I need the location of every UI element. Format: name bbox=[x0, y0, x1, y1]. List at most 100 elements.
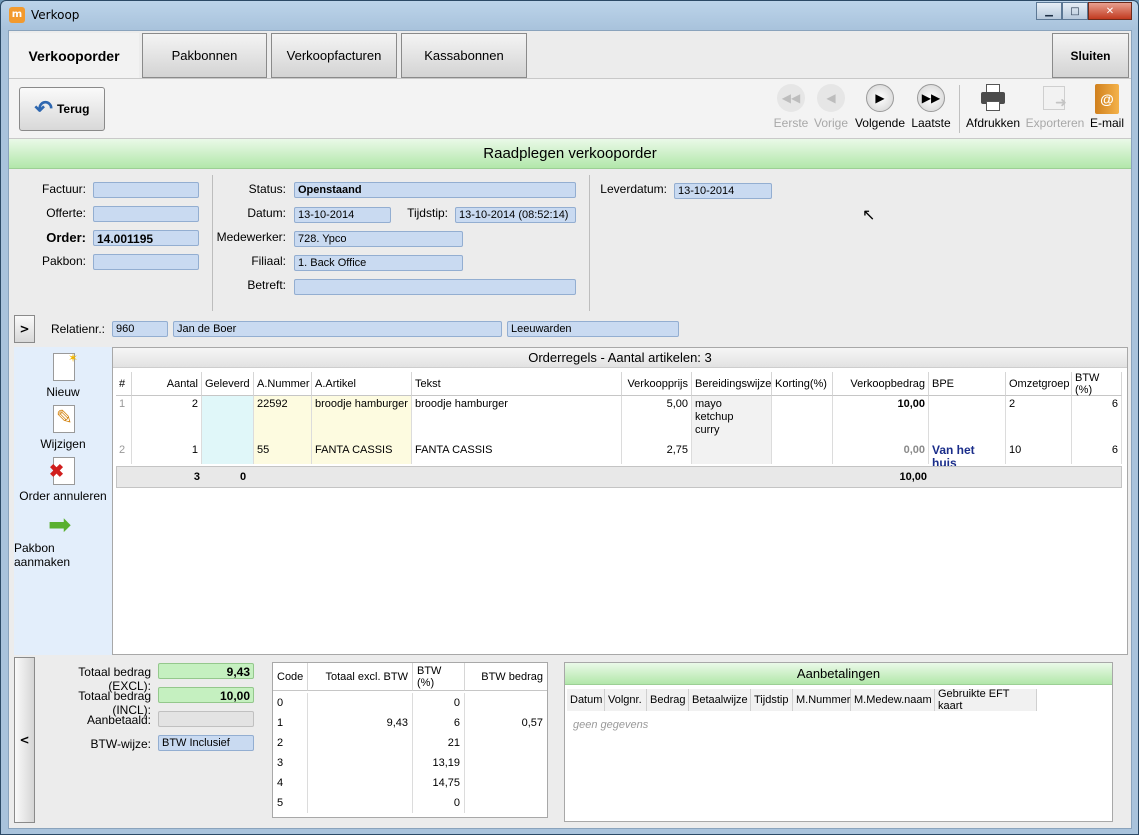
column-header[interactable]: Datum bbox=[567, 689, 605, 711]
next-icon: ▶ bbox=[866, 84, 894, 112]
cell-bereiding[interactable]: mayo ketchup curry bbox=[692, 396, 772, 464]
cell-omzetgroep[interactable]: 10 bbox=[1006, 442, 1072, 464]
cancel-order-button[interactable]: ✖ Order annuleren bbox=[14, 455, 112, 503]
totals-row: 3 0 10,00 bbox=[116, 466, 1122, 488]
column-header[interactable]: Betaalwijze bbox=[689, 689, 751, 711]
edit-button[interactable]: ✎ Wijzigen bbox=[14, 403, 112, 451]
cell-tekst[interactable]: broodje hamburger bbox=[412, 396, 622, 442]
cell-btw[interactable]: 6 bbox=[1072, 396, 1122, 442]
tijdstip-label: Tijdstip: bbox=[407, 206, 448, 220]
order-field[interactable]: 14.001195 bbox=[93, 230, 199, 246]
maximize-button[interactable]: □ bbox=[1062, 2, 1088, 20]
minimize-button[interactable]: ▁ bbox=[1036, 2, 1062, 20]
tijdstip-field[interactable]: 13-10-2014 (08:52:14) bbox=[455, 207, 576, 223]
factuur-field[interactable] bbox=[93, 182, 199, 198]
column-header[interactable]: Geleverd bbox=[202, 372, 254, 396]
cell-aantal[interactable]: 2 bbox=[132, 396, 202, 442]
column-header[interactable]: A.Nummer bbox=[254, 372, 312, 396]
medewerker-field[interactable]: 728. Ypco bbox=[294, 231, 463, 247]
pakbon-field[interactable] bbox=[93, 254, 199, 270]
first-button[interactable]: ◀◀ Eerste bbox=[771, 84, 811, 136]
datum-field[interactable]: 13-10-2014 bbox=[294, 207, 391, 223]
btw-excl bbox=[308, 773, 413, 793]
column-header[interactable]: M.Medew.naam bbox=[851, 689, 935, 711]
new-button[interactable]: ✶ Nieuw bbox=[14, 351, 112, 399]
column-header[interactable]: Verkoopprijs bbox=[622, 372, 692, 396]
printer-icon bbox=[980, 84, 1006, 112]
column-header[interactable]: Code bbox=[273, 663, 308, 691]
column-header[interactable]: # bbox=[116, 372, 132, 396]
cell-prijs[interactable]: 5,00 bbox=[622, 396, 692, 442]
aanbetaald-field[interactable] bbox=[158, 711, 254, 727]
cell-prijs[interactable]: 2,75 bbox=[622, 442, 692, 464]
btw-bedrag bbox=[465, 793, 547, 813]
cell-korting[interactable] bbox=[772, 396, 833, 442]
close-window-button[interactable]: ✕ bbox=[1088, 2, 1132, 20]
cell-anummer[interactable]: 55 bbox=[254, 442, 312, 464]
last-button[interactable]: ▶▶ Laatste bbox=[909, 84, 953, 136]
window-title: Verkoop bbox=[31, 8, 80, 22]
cell-bedrag[interactable]: 0,00 bbox=[833, 442, 929, 464]
offerte-field[interactable] bbox=[93, 206, 199, 222]
export-button[interactable]: ➜ Exporteren bbox=[1024, 84, 1086, 136]
column-header[interactable]: BTW (%) bbox=[413, 663, 465, 691]
cell-omzetgroep[interactable]: 2 bbox=[1006, 396, 1072, 442]
column-header[interactable]: Verkoopbedrag bbox=[833, 372, 929, 396]
column-header[interactable]: BTW (%) bbox=[1072, 372, 1122, 396]
totaal-excl-field[interactable]: 9,43 bbox=[158, 663, 254, 679]
btw-pct: 0 bbox=[413, 793, 465, 813]
cell-bpe[interactable] bbox=[929, 396, 1006, 442]
column-header[interactable]: Volgnr. bbox=[605, 689, 647, 711]
cell-korting[interactable] bbox=[772, 442, 833, 464]
column-header[interactable]: Tijdstip bbox=[751, 689, 793, 711]
expand-button[interactable]: > bbox=[14, 315, 35, 343]
column-header[interactable]: BPE bbox=[929, 372, 1006, 396]
cell-artikel[interactable]: broodje hamburger bbox=[312, 396, 412, 442]
btw-wijze-field[interactable]: BTW Inclusief bbox=[158, 735, 254, 751]
column-header[interactable]: Totaal excl. BTW bbox=[308, 663, 413, 691]
cell-aantal[interactable]: 1 bbox=[132, 442, 202, 464]
cell-geleverd[interactable] bbox=[202, 396, 254, 464]
column-header[interactable]: Tekst bbox=[412, 372, 622, 396]
action-sidebar: ✶ Nieuw ✎ Wijzigen ✖ Order annuleren ➡ P… bbox=[14, 347, 112, 655]
totaal-incl-field[interactable]: 10,00 bbox=[158, 687, 254, 703]
betreft-field[interactable] bbox=[294, 279, 576, 295]
leverdatum-field[interactable]: 13-10-2014 bbox=[674, 183, 772, 199]
cell-anummer[interactable]: 22592 bbox=[254, 396, 312, 442]
email-button[interactable]: @ E-mail bbox=[1089, 84, 1125, 136]
column-header[interactable]: Gebruikte EFT kaart bbox=[935, 688, 1037, 712]
btw-bedrag bbox=[465, 693, 547, 713]
next-button[interactable]: ▶ Volgende bbox=[852, 84, 908, 136]
tab-verkooporder[interactable]: Verkooporder bbox=[9, 33, 139, 78]
tab-verkoopfacturen[interactable]: Verkoopfacturen bbox=[271, 33, 397, 78]
column-header[interactable]: A.Artikel bbox=[312, 372, 412, 396]
column-header[interactable]: Korting(%) bbox=[772, 372, 833, 396]
cell-btw[interactable]: 6 bbox=[1072, 442, 1122, 464]
tab-kassabonnen[interactable]: Kassabonnen bbox=[401, 33, 527, 78]
cell-bpe[interactable]: Van het huis bbox=[929, 442, 1006, 470]
cell-artikel[interactable]: FANTA CASSIS bbox=[312, 442, 412, 464]
undo-arrow-icon: ↶ bbox=[34, 96, 53, 121]
cell-bedrag[interactable]: 10,00 bbox=[833, 396, 929, 442]
column-header[interactable]: BTW bedrag bbox=[465, 663, 547, 691]
relatie-plaats-field[interactable]: Leeuwarden bbox=[507, 321, 679, 337]
btw-code: 0 bbox=[273, 693, 308, 713]
collapse-button[interactable]: < bbox=[14, 657, 35, 823]
tab-pakbonnen[interactable]: Pakbonnen bbox=[142, 33, 267, 78]
create-packslip-button[interactable]: ➡ Pakbon aanmaken bbox=[14, 507, 112, 570]
export-label: Exporteren bbox=[1025, 116, 1085, 130]
column-header[interactable]: M.Nummer bbox=[793, 689, 851, 711]
filiaal-field[interactable]: 1. Back Office bbox=[294, 255, 463, 271]
column-header[interactable]: Omzetgroep bbox=[1006, 372, 1072, 396]
back-button[interactable]: ↶ Terug bbox=[19, 87, 105, 131]
sluiten-button[interactable]: Sluiten bbox=[1052, 33, 1129, 78]
relatie-nr-field[interactable]: 960 bbox=[112, 321, 168, 337]
print-button[interactable]: Afdrukken bbox=[965, 84, 1021, 136]
relatie-naam-field[interactable]: Jan de Boer bbox=[173, 321, 502, 337]
column-header[interactable]: Bereidingswijze bbox=[692, 372, 772, 396]
column-header[interactable]: Aantal bbox=[132, 372, 202, 396]
cell-tekst[interactable]: FANTA CASSIS bbox=[412, 442, 622, 464]
prev-button[interactable]: ◀ Vorige bbox=[813, 84, 849, 136]
status-field[interactable]: Openstaand bbox=[294, 182, 576, 198]
column-header[interactable]: Bedrag bbox=[647, 689, 689, 711]
